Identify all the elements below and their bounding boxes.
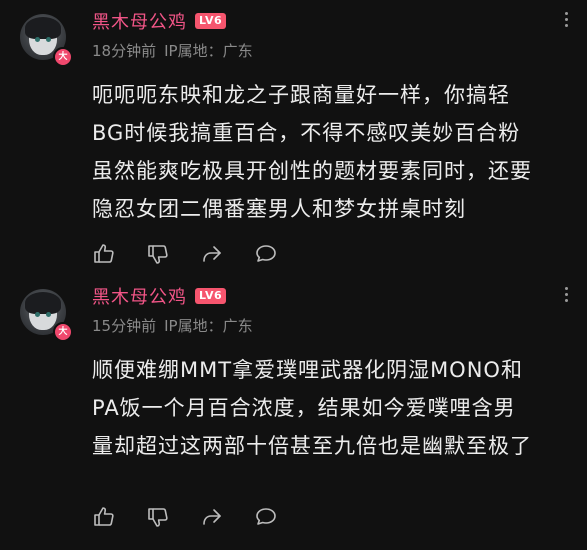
level-badge: LV6 bbox=[195, 288, 227, 304]
avatar-eye bbox=[35, 37, 40, 42]
comment-meta: 18分钟前 IP属地：广东 bbox=[92, 40, 253, 61]
comment-item: 大 黑木母公鸡 LV6 18分钟前 IP属地：广东 呃呃呃东映和龙之子跟商量好一… bbox=[0, 0, 587, 275]
avatar-eye bbox=[46, 312, 51, 317]
username[interactable]: 黑木母公鸡 bbox=[92, 283, 187, 309]
thumbs-up-icon[interactable] bbox=[92, 505, 116, 529]
comment-line: 隐忍女团二偶番塞男人和梦女拼桌时刻 bbox=[92, 197, 466, 221]
comment-header: 黑木母公鸡 LV6 bbox=[92, 283, 227, 309]
avatar-hair bbox=[25, 292, 61, 314]
comment-line: PA饭一个月百合浓度，结果如今爱噗哩含男 bbox=[92, 396, 516, 420]
more-vertical-icon[interactable] bbox=[563, 12, 569, 27]
avatar-eye bbox=[35, 312, 40, 317]
comment-header: 黑木母公鸡 LV6 bbox=[92, 8, 227, 34]
comment-text: 呃呃呃东映和龙之子跟商量好一样，你搞轻 BG时候我搞重百合，不得不感叹美妙百合粉… bbox=[92, 76, 572, 228]
level-badge: LV6 bbox=[195, 13, 227, 29]
ip-location: 广东 bbox=[222, 317, 253, 335]
comment-item: 大 黑木母公鸡 LV6 15分钟前 IP属地：广东 顺便难绷MMT拿爱璞哩武器化… bbox=[0, 275, 587, 550]
comment-line: 虽然能爽吃极具开创性的题材要素同时，还要 bbox=[92, 159, 532, 183]
share-icon[interactable] bbox=[200, 505, 224, 529]
avatar-badge: 大 bbox=[53, 322, 73, 342]
thumbs-down-icon[interactable] bbox=[146, 242, 170, 266]
ip-location-label: IP属地： bbox=[164, 42, 223, 60]
comment-actions bbox=[92, 505, 278, 529]
thumbs-up-icon[interactable] bbox=[92, 242, 116, 266]
comment-bubble-icon[interactable] bbox=[254, 505, 278, 529]
share-icon[interactable] bbox=[200, 242, 224, 266]
more-vertical-icon[interactable] bbox=[563, 287, 569, 302]
username[interactable]: 黑木母公鸡 bbox=[92, 8, 187, 34]
comment-line: 顺便难绷MMT拿爱璞哩武器化阴湿MONO和 bbox=[92, 358, 523, 382]
comment-line: 量却超过这两部十倍甚至九倍也是幽默至极了 bbox=[92, 434, 532, 458]
avatar[interactable]: 大 bbox=[20, 289, 73, 342]
avatar-eye bbox=[46, 37, 51, 42]
timestamp: 15分钟前 bbox=[92, 317, 157, 335]
avatar-badge: 大 bbox=[53, 47, 73, 67]
comment-actions bbox=[92, 242, 278, 266]
avatar-hair bbox=[25, 17, 61, 39]
comment-bubble-icon[interactable] bbox=[254, 242, 278, 266]
ip-location-label: IP属地： bbox=[164, 317, 223, 335]
comment-line: 呃呃呃东映和龙之子跟商量好一样，你搞轻 bbox=[92, 83, 510, 107]
ip-location: 广东 bbox=[222, 42, 253, 60]
comment-text: 顺便难绷MMT拿爱璞哩武器化阴湿MONO和 PA饭一个月百合浓度，结果如今爱噗哩… bbox=[92, 351, 572, 465]
timestamp: 18分钟前 bbox=[92, 42, 157, 60]
thumbs-down-icon[interactable] bbox=[146, 505, 170, 529]
comment-meta: 15分钟前 IP属地：广东 bbox=[92, 315, 253, 336]
avatar[interactable]: 大 bbox=[20, 14, 73, 67]
comment-line: BG时候我搞重百合，不得不感叹美妙百合粉 bbox=[92, 121, 521, 145]
